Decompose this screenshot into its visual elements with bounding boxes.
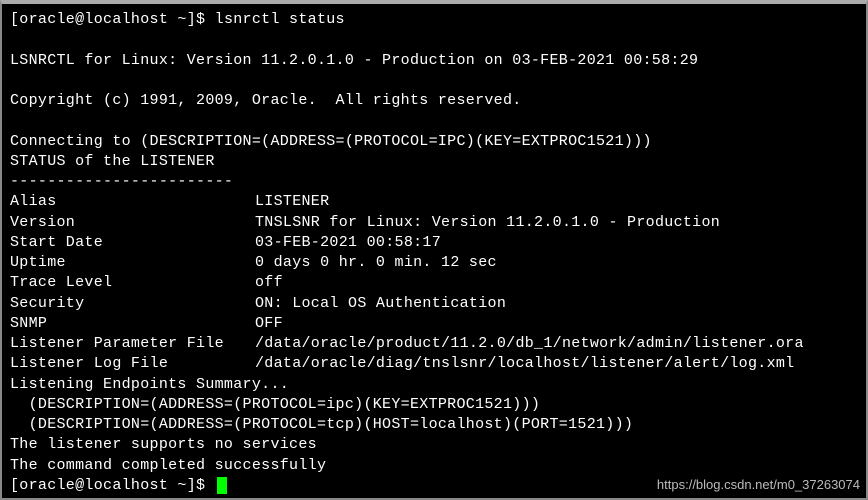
- field-alias: Alias LISTENER: [10, 192, 858, 212]
- field-trace-level: Trace Level off: [10, 273, 858, 293]
- field-value: ON: Local OS Authentication: [255, 294, 506, 314]
- field-value: TNSLSNR for Linux: Version 11.2.0.1.0 - …: [255, 213, 720, 233]
- blank-line: [10, 71, 858, 91]
- blank-line: [10, 30, 858, 50]
- completed-line: The command completed successfully: [10, 456, 858, 476]
- endpoint-line: (DESCRIPTION=(ADDRESS=(PROTOCOL=ipc)(KEY…: [10, 395, 858, 415]
- field-uptime: Uptime 0 days 0 hr. 0 min. 12 sec: [10, 253, 858, 273]
- copyright-line: Copyright (c) 1991, 2009, Oracle. All ri…: [10, 91, 858, 111]
- field-param-file: Listener Parameter File /data/oracle/pro…: [10, 334, 858, 354]
- field-value: off: [255, 273, 283, 293]
- shell-prompt: [oracle@localhost ~]$: [10, 11, 215, 28]
- field-value: /data/oracle/diag/tnslsnr/localhost/list…: [255, 354, 794, 374]
- field-value: 0 days 0 hr. 0 min. 12 sec: [255, 253, 497, 273]
- field-value: OFF: [255, 314, 283, 334]
- status-header: STATUS of the LISTENER: [10, 152, 858, 172]
- watermark-text: https://blog.csdn.net/m0_37263074: [657, 476, 860, 494]
- supports-line: The listener supports no services: [10, 435, 858, 455]
- field-label: Uptime: [10, 253, 255, 273]
- field-label: Security: [10, 294, 255, 314]
- divider-line: ------------------------: [10, 172, 858, 192]
- field-label: Start Date: [10, 233, 255, 253]
- field-label: SNMP: [10, 314, 255, 334]
- field-label: Version: [10, 213, 255, 233]
- field-value: LISTENER: [255, 192, 329, 212]
- field-log-file: Listener Log File /data/oracle/diag/tnsl…: [10, 354, 858, 374]
- field-version: Version TNSLSNR for Linux: Version 11.2.…: [10, 213, 858, 233]
- field-label: Listener Parameter File: [10, 334, 255, 354]
- command-text: lsnrctl status: [215, 11, 345, 28]
- banner-line: LSNRCTL for Linux: Version 11.2.0.1.0 - …: [10, 51, 858, 71]
- blank-line: [10, 111, 858, 131]
- field-label: Alias: [10, 192, 255, 212]
- connecting-line: Connecting to (DESCRIPTION=(ADDRESS=(PRO…: [10, 132, 858, 152]
- field-snmp: SNMP OFF: [10, 314, 858, 334]
- field-start-date: Start Date 03-FEB-2021 00:58:17: [10, 233, 858, 253]
- shell-prompt: [oracle@localhost ~]$: [10, 477, 215, 494]
- endpoint-line: (DESCRIPTION=(ADDRESS=(PROTOCOL=tcp)(HOS…: [10, 415, 858, 435]
- field-value: /data/oracle/product/11.2.0/db_1/network…: [255, 334, 804, 354]
- endpoints-header: Listening Endpoints Summary...: [10, 375, 858, 395]
- prompt-line-1[interactable]: [oracle@localhost ~]$ lsnrctl status: [10, 10, 858, 30]
- field-label: Listener Log File: [10, 354, 255, 374]
- field-security: Security ON: Local OS Authentication: [10, 294, 858, 314]
- cursor-icon: [217, 477, 227, 494]
- field-value: 03-FEB-2021 00:58:17: [255, 233, 441, 253]
- field-label: Trace Level: [10, 273, 255, 293]
